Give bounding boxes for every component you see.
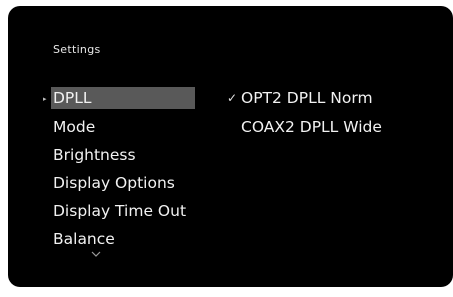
menu-item-mode[interactable]: Mode xyxy=(53,116,95,138)
option-label: OPT2 DPLL Norm xyxy=(241,89,373,107)
menu-item-label: Brightness xyxy=(53,146,136,164)
triangle-right-icon: ▸ xyxy=(43,95,47,103)
menu-item-display-options[interactable]: Display Options xyxy=(53,172,175,194)
option-coax2-dpll-wide[interactable]: COAX2 DPLL Wide xyxy=(241,116,382,138)
menu-item-label: Mode xyxy=(53,118,96,136)
checkmark-icon: ✓ xyxy=(227,91,238,105)
menu-item-balance[interactable]: Balance xyxy=(53,228,115,250)
menu-item-label: DPLL xyxy=(53,89,92,107)
menu-title: Settings xyxy=(53,43,101,56)
menu-item-brightness[interactable]: Brightness xyxy=(53,144,136,166)
chevron-down-icon[interactable] xyxy=(91,250,101,258)
settings-screen: Settings ▸ DPLL Mode Brightness Display … xyxy=(8,6,453,287)
menu-item-label: Display Time Out xyxy=(53,202,187,220)
menu-item-dpll[interactable]: DPLL xyxy=(51,87,195,109)
menu-item-label: Display Options xyxy=(53,174,175,192)
option-opt2-dpll-norm[interactable]: OPT2 DPLL Norm xyxy=(241,87,373,109)
menu-item-label: Balance xyxy=(53,230,115,248)
option-label: COAX2 DPLL Wide xyxy=(241,118,382,136)
menu-item-display-time-out[interactable]: Display Time Out xyxy=(53,200,186,222)
